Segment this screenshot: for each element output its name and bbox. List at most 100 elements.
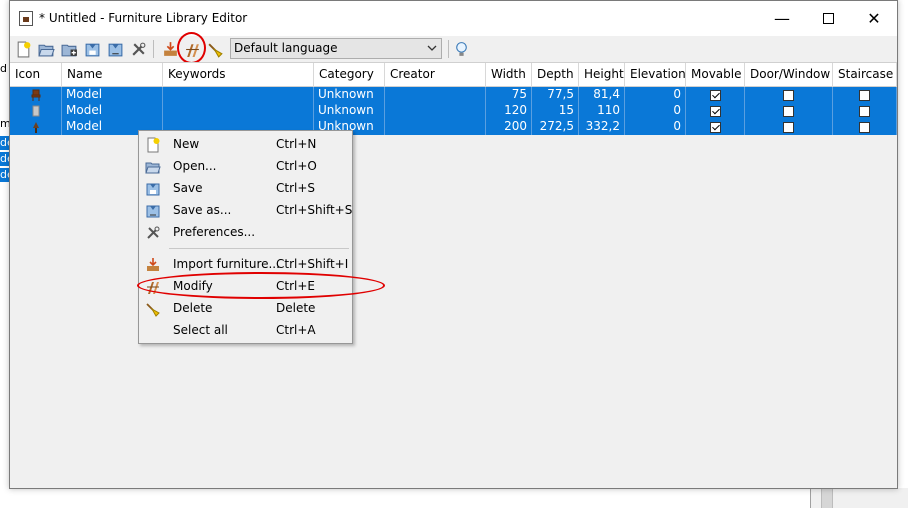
table-row[interactable]: Model Unknown 75 77,5 81,4 0	[10, 87, 897, 103]
movable-checkbox[interactable]	[709, 89, 721, 101]
cell-icon	[10, 103, 62, 119]
save-as-button[interactable]	[104, 38, 126, 60]
menu-item-open[interactable]: Open... Ctrl+O	[141, 156, 350, 178]
cell-icon	[10, 119, 62, 135]
menu-item-delete[interactable]: Delete Delete	[141, 298, 350, 320]
door-window-checkbox[interactable]	[783, 105, 794, 117]
maximize-icon	[822, 13, 834, 24]
open-icon	[145, 162, 161, 174]
delete-icon	[207, 43, 223, 58]
cell-depth: 15	[532, 103, 579, 119]
toolbar-separator	[153, 40, 154, 58]
menu-item-label: Preferences...	[173, 225, 256, 239]
column-header-depth[interactable]: Depth	[532, 63, 579, 87]
menu-item-shortcut: Ctrl+N	[276, 137, 317, 151]
cell-category: Unknown	[314, 103, 385, 119]
staircase-checkbox[interactable]	[859, 89, 870, 101]
table-header: Icon Name Keywords Category Creator Widt…	[10, 63, 897, 87]
delete-button[interactable]	[204, 38, 226, 60]
movable-checkbox[interactable]	[709, 121, 721, 133]
cell-name: Model	[62, 103, 163, 119]
cell-category: Unknown	[314, 87, 385, 103]
maximize-button[interactable]	[805, 1, 851, 36]
column-header-height[interactable]: Height	[579, 63, 625, 87]
chevron-down-icon	[427, 45, 437, 51]
window-title: * Untitled - Furniture Library Editor	[39, 11, 248, 25]
open-icon	[37, 44, 55, 56]
menu-item-label: Save	[173, 181, 203, 195]
background-scrollbar	[821, 488, 833, 508]
cell-door-window	[745, 103, 833, 119]
cell-movable	[686, 103, 745, 119]
column-header-keywords[interactable]: Keywords	[163, 63, 314, 87]
menu-item-save[interactable]: Save Ctrl+S	[141, 178, 350, 200]
column-header-icon[interactable]: Icon	[10, 63, 62, 87]
column-header-creator[interactable]: Creator	[385, 63, 486, 87]
menu-item-preferences[interactable]: Preferences...	[141, 222, 350, 244]
cell-creator	[385, 119, 486, 135]
column-header-name[interactable]: Name	[62, 63, 163, 87]
new-icon	[17, 41, 30, 57]
cell-elevation: 0	[625, 119, 686, 135]
column-header-elevation[interactable]: Elevation	[625, 63, 686, 87]
save-button[interactable]	[81, 38, 103, 60]
new-button[interactable]	[12, 38, 34, 60]
door-window-checkbox[interactable]	[783, 121, 794, 133]
language-select-value: Default language	[234, 41, 338, 55]
tips-button[interactable]	[450, 38, 472, 60]
menu-item-shortcut: Ctrl+Shift+I	[276, 257, 349, 271]
cell-height: 81,4	[579, 87, 625, 103]
cell-width: 75	[486, 87, 532, 103]
menu-item-select-all[interactable]: Select all Ctrl+A	[141, 320, 350, 342]
chair-icon	[31, 89, 40, 101]
minimize-button[interactable]: —	[759, 1, 805, 36]
language-select[interactable]: Default language	[230, 38, 442, 59]
context-menu: New Ctrl+N Open... Ctrl+O Save Ctrl+S Sa…	[138, 130, 353, 344]
close-icon: ✕	[867, 9, 881, 28]
save-as-icon	[108, 43, 122, 56]
cell-movable	[686, 119, 745, 135]
menu-item-shortcut: Delete	[276, 301, 316, 315]
menu-item-shortcut: Ctrl+O	[276, 159, 317, 173]
movable-checkbox[interactable]	[709, 105, 721, 117]
column-header-movable[interactable]: Movable	[686, 63, 745, 87]
merge-button[interactable]	[58, 38, 80, 60]
staircase-checkbox[interactable]	[859, 121, 870, 133]
menu-item-new[interactable]: New Ctrl+N	[141, 134, 350, 156]
menu-item-label: Open...	[173, 159, 217, 173]
column-header-staircase[interactable]: Staircase	[833, 63, 897, 87]
lamp-icon	[32, 122, 39, 133]
menu-item-shortcut: Ctrl+A	[276, 323, 316, 337]
cell-icon	[10, 87, 62, 103]
cell-depth: 272,5	[532, 119, 579, 135]
menu-item-label: Save as...	[173, 203, 232, 217]
preferences-button[interactable]	[127, 38, 149, 60]
menu-item-save-as[interactable]: Save as... Ctrl+Shift+S	[141, 200, 353, 222]
toolbar-separator	[448, 40, 449, 58]
close-button[interactable]: ✕	[851, 1, 897, 36]
menu-item-label: New	[173, 137, 200, 151]
import-furniture-icon	[147, 258, 159, 271]
column-header-door-window[interactable]: Door/Window	[745, 63, 833, 87]
annotation-circle	[177, 32, 206, 64]
staircase-checkbox[interactable]	[859, 105, 870, 117]
merge-icon	[61, 44, 77, 56]
cell-creator	[385, 87, 486, 103]
cell-door-window	[745, 87, 833, 103]
column-header-width[interactable]: Width	[486, 63, 532, 87]
delete-icon	[146, 303, 160, 317]
cell-staircase	[833, 87, 897, 103]
cell-elevation: 0	[625, 87, 686, 103]
cell-keywords	[163, 103, 314, 119]
cell-depth: 77,5	[532, 87, 579, 103]
table-row[interactable]: Model Unknown 120 15 110 0	[10, 103, 897, 119]
cell-staircase	[833, 119, 897, 135]
door-window-checkbox[interactable]	[783, 89, 794, 101]
menu-item-shortcut: Ctrl+Shift+S	[276, 203, 353, 217]
annotation-ellipse	[137, 272, 385, 299]
open-button[interactable]	[35, 38, 57, 60]
title-bar[interactable]: * Untitled - Furniture Library Editor — …	[10, 1, 897, 36]
save-icon	[146, 183, 160, 196]
menu-item-label: Select all	[173, 323, 228, 337]
column-header-category[interactable]: Category	[314, 63, 385, 87]
